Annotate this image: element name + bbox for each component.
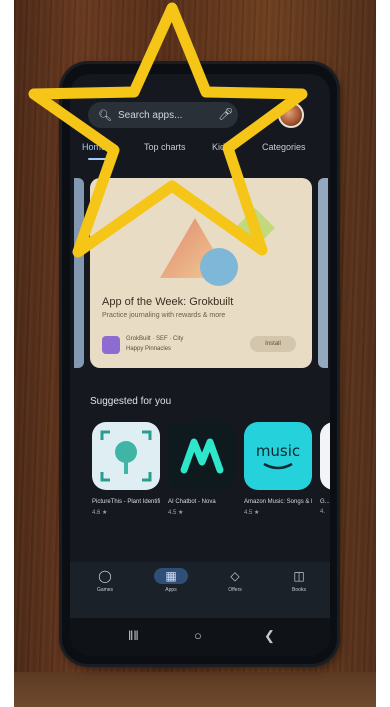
book-icon: ◫ — [293, 569, 305, 583]
section-title: Suggested for you — [90, 396, 172, 407]
app-tile-partial[interactable]: G... 4. — [320, 422, 330, 515]
tag-icon: ◇ — [230, 569, 240, 583]
nav-label: Games — [96, 587, 114, 593]
nav-books[interactable]: ◫ Books — [274, 568, 324, 593]
previous-card-peek[interactable] — [74, 178, 84, 368]
nav-games[interactable]: ◯ Games — [80, 568, 130, 593]
system-navigation-bar: ‖‖ ○ ❮ — [70, 618, 330, 656]
app-rating: 4.5 ★ — [168, 510, 184, 516]
tab-home[interactable]: Home — [82, 142, 106, 152]
nav-offers[interactable]: ◇ Offers — [210, 568, 260, 593]
search-bar[interactable]: 🔍︎ Search apps... — [88, 102, 238, 128]
avatar[interactable] — [278, 102, 304, 128]
apps-grid-icon: ▦ — [165, 569, 177, 583]
card-title: App of the Week: Grokbuilt — [102, 296, 234, 308]
wood-table-edge — [14, 672, 376, 707]
search-placeholder: Search apps... — [117, 109, 183, 121]
svg-text:music: music — [256, 442, 300, 460]
app-tile-amazon-music[interactable]: music Amazon Music: Songs & Podcasts 4.5… — [244, 422, 312, 516]
chatbot-app-icon — [168, 422, 236, 490]
app-name: PictureThis - Plant Identifier — [92, 499, 160, 505]
app-name: Amazon Music: Songs & Podcasts — [244, 499, 312, 505]
app-rating: 4. — [320, 509, 326, 515]
back-icon[interactable]: ❮ — [264, 628, 275, 644]
app-tile-ai-chatbot[interactable]: AI Chatbot - Nova 4.5 ★ — [168, 422, 236, 516]
app-rating: 4.6 ★ — [92, 510, 108, 516]
nav-label: Apps — [165, 587, 177, 593]
bottom-navigation: ◯ Games ▦ Apps ◇ Offers ◫ Books — [70, 562, 330, 618]
card-illustration-diamond — [235, 208, 275, 248]
tab-kids[interactable]: Kids — [212, 142, 230, 152]
install-button[interactable]: Install — [250, 336, 296, 352]
featured-app-card[interactable]: App of the Week: Grokbuilt Practice jour… — [90, 178, 312, 368]
amazon-music-app-icon: music — [244, 422, 312, 490]
next-card-peek[interactable] — [318, 178, 328, 368]
app-name: G... — [320, 499, 330, 505]
mic-icon[interactable]: 🎤︎ — [218, 107, 233, 121]
featured-app-meta: Happy Pinnacles — [126, 346, 172, 352]
app-tile-plant-identifier[interactable]: PictureThis - Plant Identifier 4.6 ★ — [92, 422, 160, 516]
nav-label: Books — [292, 587, 306, 593]
card-illustration-circle — [200, 248, 238, 286]
nav-apps[interactable]: ▦ Apps — [146, 568, 196, 593]
app-name: AI Chatbot - Nova — [168, 499, 216, 505]
tab-categories[interactable]: Categories — [262, 142, 306, 152]
plant-app-icon — [92, 422, 160, 490]
card-subtitle: Practice journaling with rewards & more — [102, 312, 226, 319]
tab-top-charts[interactable]: Top charts — [144, 142, 186, 152]
featured-app-name: GrokBuilt · SEF · City — [126, 336, 184, 342]
gamepad-icon: ◯ — [98, 569, 112, 583]
featured-app-icon — [102, 336, 120, 354]
active-tab-indicator — [88, 158, 114, 160]
search-icon: 🔍︎ — [98, 109, 112, 122]
app-rating: 4.5 ★ — [244, 510, 260, 516]
phone-screen: 🔍︎ Search apps... 🎤︎ Home Top charts Kid… — [70, 74, 330, 656]
active-nav-pill: ▦ — [154, 568, 188, 584]
nav-label: Offers — [228, 587, 242, 593]
partial-app-icon — [320, 422, 330, 490]
recents-icon[interactable]: ‖‖ — [128, 628, 139, 643]
category-tabs: Home Top charts Kids Categories — [82, 142, 322, 162]
home-icon[interactable]: ○ — [194, 628, 202, 643]
